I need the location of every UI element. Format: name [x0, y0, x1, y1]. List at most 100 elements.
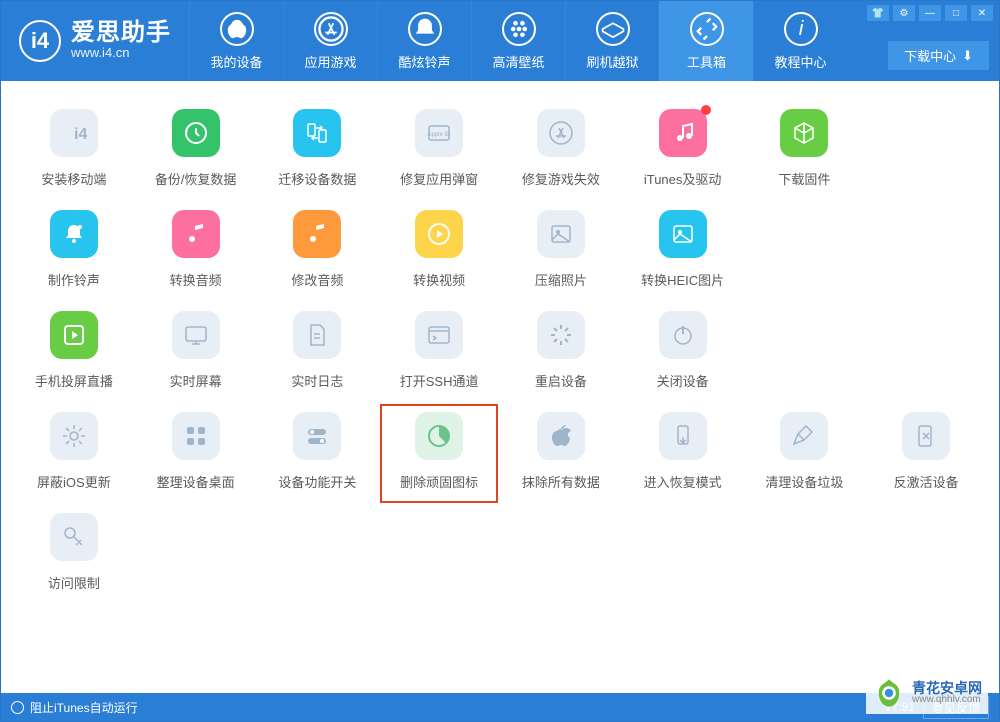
nav-icon	[220, 12, 254, 46]
tool-clean-trash[interactable]: 清理设备垃圾	[744, 412, 866, 491]
download-center-label: 下载中心	[904, 46, 956, 65]
status-bar: 阻止iTunes自动运行 V7.91 意见反馈	[1, 693, 999, 721]
notification-dot-icon	[701, 105, 711, 115]
tool-label: 修复应用弹窗	[400, 169, 478, 188]
tool-label: 整理设备桌面	[157, 472, 235, 491]
tool-shutdown[interactable]: 关闭设备	[622, 311, 744, 390]
download-center-button[interactable]: 下载中心 ⬇	[888, 41, 989, 70]
convert-heic-icon	[659, 210, 707, 258]
nav-ringtones[interactable]: 酷炫铃声	[377, 1, 471, 81]
tool-feature-switch[interactable]: 设备功能开关	[257, 412, 379, 491]
nav-label: 教程中心	[774, 52, 826, 71]
tool-label: 实时日志	[291, 371, 343, 390]
nav-flash[interactable]: 刷机越狱	[565, 1, 659, 81]
tool-label: 反激活设备	[894, 472, 959, 491]
tool-label: 修改音频	[291, 270, 343, 289]
tool-convert-audio[interactable]: 转换音频	[135, 210, 257, 289]
tool-compress-photo[interactable]: 压缩照片	[500, 210, 622, 289]
nav-apps[interactable]: 应用游戏	[283, 1, 377, 81]
app-header: i4 爱思助手 www.i4.cn 我的设备应用游戏酷炫铃声高清壁纸刷机越狱工具…	[1, 1, 999, 81]
watermark: 青花安卓网 www.qhhlv.com	[866, 672, 988, 714]
download-fw-icon	[780, 109, 828, 157]
tool-realtime-log[interactable]: 实时日志	[257, 311, 379, 390]
nav-icon	[690, 12, 724, 46]
highlight-box: 删除顽固图标	[380, 404, 498, 503]
nav-label: 酷炫铃声	[398, 52, 450, 71]
tool-fix-game[interactable]: 修复游戏失效	[500, 109, 622, 188]
tool-label: 设备功能开关	[278, 472, 356, 491]
open-ssh-icon	[415, 311, 463, 359]
tool-make-ringtone[interactable]: 制作铃声	[13, 210, 135, 289]
tool-reboot[interactable]: 重启设备	[500, 311, 622, 390]
delete-icons-icon	[415, 412, 463, 460]
arrange-desktop-icon	[172, 412, 220, 460]
nav-icon: i	[784, 12, 818, 46]
tool-convert-video[interactable]: 转换视频	[378, 210, 500, 289]
tool-label: 抹除所有数据	[522, 472, 600, 491]
convert-video-icon	[415, 210, 463, 258]
tool-migrate-data[interactable]: 迁移设备数据	[257, 109, 379, 188]
tool-label: 实时屏幕	[170, 371, 222, 390]
nav-label: 工具箱	[687, 52, 726, 71]
tool-deactivate[interactable]: 反激活设备	[865, 412, 987, 491]
backup-restore-icon	[172, 109, 220, 157]
nav-toolbox[interactable]: 工具箱	[659, 1, 753, 81]
tool-label: 进入恢复模式	[644, 472, 722, 491]
theme-icon[interactable]: 👕	[867, 5, 889, 21]
tool-download-fw[interactable]: 下载固件	[744, 109, 866, 188]
app-site: www.i4.cn	[71, 45, 171, 61]
tool-itunes-driver[interactable]: iTunes及驱动	[622, 109, 744, 188]
tool-block-ios-update[interactable]: 屏蔽iOS更新	[13, 412, 135, 491]
nav-tutorials[interactable]: i 教程中心	[753, 1, 847, 81]
tool-delete-icons[interactable]: 删除顽固图标	[378, 412, 500, 491]
tool-convert-heic[interactable]: 转换HEIC图片	[622, 210, 744, 289]
itunes-driver-icon	[659, 109, 707, 157]
nav-icon	[408, 12, 442, 46]
nav-label: 应用游戏	[304, 52, 356, 71]
watermark-icon	[872, 676, 906, 710]
main-nav: 我的设备应用游戏 酷炫铃声 高清壁纸刷机越狱工具箱 i 教程中心	[189, 1, 847, 81]
fix-game-icon	[537, 109, 585, 157]
svg-text:i4: i4	[74, 126, 87, 143]
svg-text:i: i	[798, 16, 804, 39]
settings-icon[interactable]: ⚙	[893, 5, 915, 21]
tool-label: 删除顽固图标	[400, 472, 478, 491]
tool-screen-cast[interactable]: 手机投屏直播	[13, 311, 135, 390]
tool-label: 关闭设备	[657, 371, 709, 390]
erase-data-icon	[537, 412, 585, 460]
radio-icon[interactable]	[11, 701, 24, 714]
block-itunes-label[interactable]: 阻止iTunes自动运行	[30, 699, 138, 716]
convert-audio-icon	[172, 210, 220, 258]
edit-audio-icon	[293, 210, 341, 258]
tool-label: 手机投屏直播	[35, 371, 113, 390]
tool-arrange-desktop[interactable]: 整理设备桌面	[135, 412, 257, 491]
watermark-title: 青花安卓网	[912, 681, 982, 695]
tool-label: 下载固件	[778, 169, 830, 188]
nav-wallpapers[interactable]: 高清壁纸	[471, 1, 565, 81]
tool-label: 修复游戏失效	[522, 169, 600, 188]
make-ringtone-icon	[50, 210, 98, 258]
tool-label: 屏蔽iOS更新	[37, 472, 111, 491]
tool-install-mobile[interactable]: i4安装移动端	[13, 109, 135, 188]
tool-edit-audio[interactable]: 修改音频	[257, 210, 379, 289]
tool-open-ssh[interactable]: 打开SSH通道	[378, 311, 500, 390]
tool-erase-data[interactable]: 抹除所有数据	[500, 412, 622, 491]
tool-fix-popup[interactable]: Apple ID 修复应用弹窗	[378, 109, 500, 188]
svg-text:Apple ID: Apple ID	[428, 132, 452, 138]
tool-realtime-screen[interactable]: 实时屏幕	[135, 311, 257, 390]
tool-label: iTunes及驱动	[644, 169, 722, 188]
tool-recovery-mode[interactable]: 进入恢复模式	[622, 412, 744, 491]
minimize-icon[interactable]: —	[919, 5, 941, 21]
tool-access-restrict[interactable]: 访问限制	[13, 513, 135, 592]
nav-device[interactable]: 我的设备	[189, 1, 283, 81]
tool-label: 压缩照片	[535, 270, 587, 289]
close-icon[interactable]: ✕	[971, 5, 993, 21]
nav-icon	[596, 12, 630, 46]
app-title: 爱思助手	[71, 21, 171, 45]
tool-backup-restore[interactable]: 备份/恢复数据	[135, 109, 257, 188]
deactivate-icon	[902, 412, 950, 460]
compress-photo-icon	[537, 210, 585, 258]
maximize-icon[interactable]: □	[945, 5, 967, 21]
tool-label: 迁移设备数据	[278, 169, 356, 188]
window-controls: 👕 ⚙ — □ ✕	[867, 5, 993, 21]
